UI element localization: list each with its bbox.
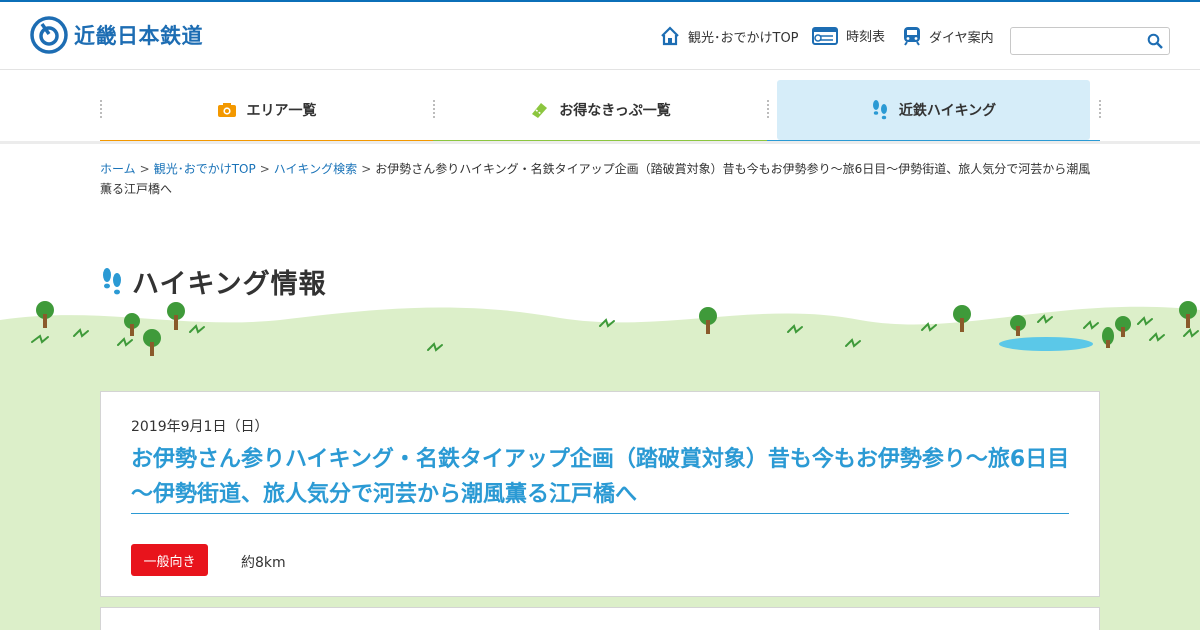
event-date: 2019年9月1日（日） bbox=[131, 419, 269, 435]
nav-hiking-label: 近鉄ハイキング bbox=[898, 103, 997, 119]
nav-ticket-list[interactable]: お得なきっぷ一覧 bbox=[433, 80, 767, 140]
timetable-link[interactable]: 時刻表 bbox=[812, 26, 885, 45]
camera-icon bbox=[217, 103, 236, 117]
timetable-icon bbox=[812, 26, 838, 45]
timetable-label: 時刻表 bbox=[846, 30, 886, 45]
breadcrumb-home[interactable]: ホーム bbox=[100, 162, 136, 176]
ticket-icon bbox=[532, 103, 548, 118]
section-title: ハイキング情報 bbox=[100, 262, 327, 301]
nav-divider bbox=[1099, 100, 1101, 118]
breadcrumb-separator: > bbox=[259, 162, 270, 176]
search-icon[interactable] bbox=[1147, 33, 1163, 49]
train-guide-label: ダイヤ案内 bbox=[929, 30, 994, 46]
title-divider bbox=[131, 513, 1069, 514]
next-card bbox=[100, 607, 1100, 630]
nav-underline bbox=[0, 141, 1200, 144]
sightseeing-top-link[interactable]: 観光･おでかけTOP bbox=[660, 26, 799, 46]
footprints-icon bbox=[103, 267, 121, 294]
nav-ticket-list-label: お得なきっぷ一覧 bbox=[559, 103, 671, 119]
global-nav: エリア一覧 お得なきっぷ一覧 近鉄ハイキング bbox=[100, 80, 1101, 144]
train-icon bbox=[904, 27, 920, 46]
kintetsu-logo[interactable]: 近畿日本鉄道 bbox=[30, 16, 203, 54]
nav-divider bbox=[767, 100, 769, 118]
nav-area-list[interactable]: エリア一覧 bbox=[100, 80, 433, 140]
sightseeing-top-label: 観光･おでかけTOP bbox=[688, 30, 799, 46]
train-guide-link[interactable]: ダイヤ案内 bbox=[903, 26, 994, 46]
difficulty-badge: 一般向き bbox=[131, 544, 208, 576]
breadcrumb-hiking-search[interactable]: ハイキング検索 bbox=[274, 162, 357, 176]
nav-area-list-label: エリア一覧 bbox=[246, 103, 317, 119]
search-input[interactable] bbox=[1011, 28, 1139, 54]
site-search bbox=[1010, 27, 1170, 55]
breadcrumb-sightseeing-top[interactable]: 観光･おでかけTOP bbox=[154, 162, 256, 176]
page-title: ハイキング情報 bbox=[132, 269, 327, 300]
home-icon bbox=[661, 26, 679, 46]
breadcrumb-separator: > bbox=[139, 162, 150, 176]
event-title[interactable]: お伊勢さん参りハイキング・名鉄タイアップ企画（踏破賞対象）昔も今もお伊勢参り～旅… bbox=[131, 442, 1071, 512]
kintetsu-logo-icon bbox=[30, 16, 68, 54]
site-header: 近畿日本鉄道 観光･おでかけTOP 時刻表 ダイヤ案内 bbox=[0, 2, 1200, 70]
logo-text: 近畿日本鉄道 bbox=[74, 24, 203, 48]
breadcrumb: ホーム > 観光･おでかけTOP > ハイキング検索 > お伊勢さん参りハイキング・名鉄タイ… bbox=[100, 159, 1100, 199]
event-distance: 約8km bbox=[241, 555, 286, 571]
footprints-icon bbox=[872, 100, 887, 120]
hiking-event-card: 2019年9月1日（日） お伊勢さん参りハイキング・名鉄タイアップ企画（踏破賞対… bbox=[100, 391, 1100, 597]
nav-hiking[interactable]: 近鉄ハイキング bbox=[777, 80, 1090, 140]
breadcrumb-separator: > bbox=[361, 162, 372, 176]
